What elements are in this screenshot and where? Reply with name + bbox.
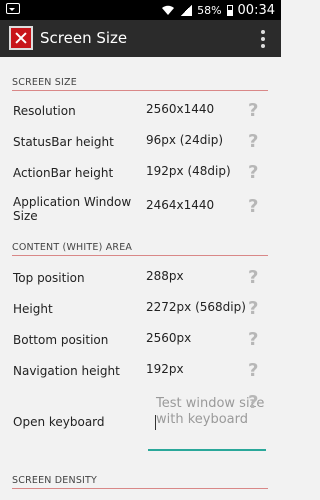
row-label-application-window-size: Application Window Size — [13, 195, 132, 223]
battery-percent: 58% — [197, 4, 222, 17]
row-value-actionbar-height: 192px (48dip) — [146, 164, 231, 178]
section-header-screen-size: SCREEN SIZE — [12, 77, 77, 88]
row-label-actionbar-height: ActionBar height — [13, 166, 114, 180]
row-label-height: Height — [13, 302, 53, 316]
row-value-statusbar-height: 96px (24dip) — [146, 133, 224, 147]
text-cursor — [155, 415, 156, 430]
action-bar: Screen Size — [0, 20, 281, 57]
help-icon[interactable]: ? — [248, 197, 262, 217]
section-divider — [12, 255, 268, 256]
help-icon[interactable]: ? — [248, 132, 262, 152]
wifi-icon — [161, 5, 175, 16]
help-icon[interactable]: ? — [248, 299, 262, 319]
app-icon[interactable] — [9, 26, 33, 50]
help-icon[interactable]: ? — [248, 268, 262, 288]
signal-icon — [180, 5, 193, 16]
help-icon[interactable]: ? — [248, 330, 262, 350]
section-header-content-area: CONTENT (WHITE) AREA — [12, 242, 133, 253]
section-divider — [12, 90, 268, 91]
help-icon[interactable]: ? — [248, 163, 262, 183]
status-bar: 58% 00:34 — [0, 0, 281, 20]
section-divider — [12, 488, 268, 489]
row-label-navigation-height: Navigation height — [13, 364, 120, 378]
app-title: Screen Size — [40, 29, 128, 47]
row-label-resolution: Resolution — [13, 104, 76, 118]
row-label-top-position: Top position — [13, 271, 85, 285]
battery-icon — [226, 5, 233, 16]
row-label-open-keyboard: Open keyboard — [13, 415, 105, 429]
row-value-bottom-position: 2560px — [146, 331, 192, 345]
row-label-bottom-position: Bottom position — [13, 333, 109, 347]
row-value-navigation-height: 192px — [146, 362, 184, 376]
section-header-screen-density: SCREEN DENSITY — [12, 475, 98, 486]
overflow-menu-icon[interactable] — [261, 30, 265, 48]
help-icon[interactable]: ? — [248, 361, 262, 381]
content[interactable]: SCREEN SIZE Resolution 2560x1440 ? Statu… — [0, 57, 281, 500]
row-value-resolution: 2560x1440 — [146, 102, 215, 116]
row-value-height: 2272px (568dip) — [146, 300, 246, 314]
row-value-top-position: 288px — [146, 269, 184, 283]
help-icon[interactable]: ? — [248, 101, 262, 121]
download-icon — [6, 3, 20, 14]
row-label-statusbar-height: StatusBar height — [13, 135, 114, 149]
row-value-application-window-size: 2464x1440 — [146, 198, 215, 212]
status-icons: 58% 00:34 — [161, 3, 275, 18]
clock: 00:34 — [237, 3, 275, 18]
help-icon[interactable]: ? — [248, 393, 262, 413]
